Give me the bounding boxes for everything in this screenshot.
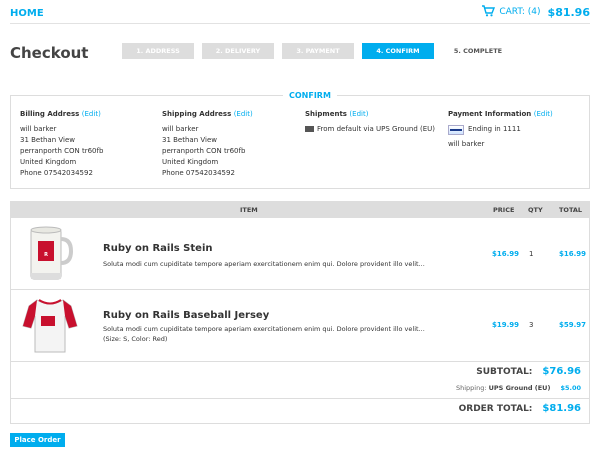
table-row: R Ruby on Rails Stein Soluta modi cum cu…: [11, 219, 589, 290]
shipments-edit-link[interactable]: (Edit): [349, 110, 368, 118]
billing-address: Billing Address (Edit) will barker 31 Be…: [20, 110, 103, 179]
confirm-legend: CONFIRM: [283, 91, 337, 100]
home-link[interactable]: HOME: [10, 8, 44, 19]
credit-card-icon: [448, 124, 464, 135]
product-price: $16.99: [492, 250, 520, 258]
step-address[interactable]: 1. ADDRESS: [122, 43, 194, 59]
billing-line: Phone 07542034592: [20, 169, 93, 177]
shipping-method: UPS Ground (EU): [488, 384, 551, 392]
header-qty: QTY: [528, 206, 543, 214]
step-complete: 5. COMPLETE: [453, 47, 503, 55]
header-item: ITEM: [240, 206, 258, 214]
product-total: $59.97: [559, 321, 587, 329]
page-title: Checkout: [10, 44, 89, 62]
billing-line: perranporth CON tr60fb: [20, 147, 104, 155]
cardholder-name: will barker: [448, 140, 485, 148]
payment-heading: Payment Information (Edit): [448, 110, 553, 118]
shipping-edit-link[interactable]: (Edit): [234, 110, 253, 118]
shipping-heading: Shipping Address (Edit): [162, 110, 253, 118]
billing-heading: Billing Address (Edit): [20, 110, 101, 118]
payment-info: Payment Information (Edit) Ending in 111…: [448, 110, 553, 150]
billing-edit-link[interactable]: (Edit): [82, 110, 101, 118]
order-total-label: ORDER TOTAL:: [458, 403, 533, 414]
jersey-image[interactable]: [19, 294, 81, 356]
product-name[interactable]: Ruby on Rails Stein: [103, 243, 213, 254]
product-qty: 3: [529, 321, 534, 329]
header-total: TOTAL: [559, 206, 583, 214]
table-row: Ruby on Rails Baseball Jersey Soluta mod…: [11, 290, 589, 362]
cart-total: $81.96: [547, 5, 590, 19]
product-description: Soluta modi cum cupiditate tempore aperi…: [103, 325, 425, 343]
confirm-panel: CONFIRM Billing Address (Edit) will bark…: [10, 91, 590, 189]
product-qty: 1: [529, 250, 534, 258]
shipping-prefix: Shipping:: [455, 384, 487, 392]
svg-text:R: R: [44, 252, 48, 258]
shipping-line: perranporth CON tr60fb: [162, 147, 246, 155]
billing-line: 31 Bethan View: [20, 136, 75, 144]
billing-line: United Kingdom: [20, 158, 77, 166]
top-bar: HOME CART: (4) $81.96: [10, 0, 590, 24]
shipping-line: Phone 07542034592: [162, 169, 235, 177]
truck-icon: [305, 126, 314, 132]
shipping-value: $5.00: [560, 384, 581, 392]
shipments-heading: Shipments (Edit): [305, 110, 369, 118]
step-delivery[interactable]: 2. DELIVERY: [202, 43, 274, 59]
payment-edit-link[interactable]: (Edit): [534, 110, 553, 118]
shipping-line: United Kingdom: [162, 158, 219, 166]
shipping-line: 31 Bethan View: [162, 136, 217, 144]
place-order-button[interactable]: Place Order: [10, 433, 65, 447]
order-total-row: ORDER TOTAL: $81.96: [459, 403, 581, 414]
subtotal-value: $76.96: [542, 366, 581, 377]
shipments-info: Shipments (Edit) From default via UPS Gr…: [305, 110, 435, 135]
shipping-address: Shipping Address (Edit) will barker 31 B…: [162, 110, 253, 179]
step-confirm[interactable]: 4. CONFIRM: [362, 43, 434, 59]
shipping-line: will barker: [162, 125, 199, 133]
billing-line: will barker: [20, 125, 57, 133]
shipping-row: Shipping: UPS Ground (EU) $5.00: [456, 384, 581, 392]
cart-count: CART: (4): [499, 7, 541, 17]
summary-divider: [11, 398, 589, 399]
subtotal-label: SUBTOTAL:: [476, 366, 533, 377]
subtotal-row: SUBTOTAL: $76.96: [476, 366, 581, 377]
product-description: Soluta modi cum cupiditate tempore aperi…: [103, 260, 425, 268]
product-total: $16.99: [559, 250, 587, 258]
product-name[interactable]: Ruby on Rails Baseball Jersey: [103, 310, 269, 321]
checkout-steps: 1. ADDRESS 2. DELIVERY 3. PAYMENT 4. CON…: [122, 43, 514, 59]
header-price: PRICE: [493, 206, 515, 214]
product-price: $19.99: [492, 321, 520, 329]
order-total-value: $81.96: [542, 403, 581, 414]
order-items-table: ITEM PRICE QTY TOTAL R Ruby on Rails Ste…: [10, 201, 590, 424]
cart-link[interactable]: CART: (4) $81.96: [481, 5, 590, 19]
card-ending: Ending in 1111: [468, 125, 521, 133]
stein-image[interactable]: R: [19, 223, 81, 285]
table-header: ITEM PRICE QTY TOTAL: [11, 202, 589, 218]
shipment-line: From default via UPS Ground (EU): [317, 125, 436, 133]
step-payment[interactable]: 3. PAYMENT: [282, 43, 354, 59]
cart-icon: [481, 5, 496, 19]
